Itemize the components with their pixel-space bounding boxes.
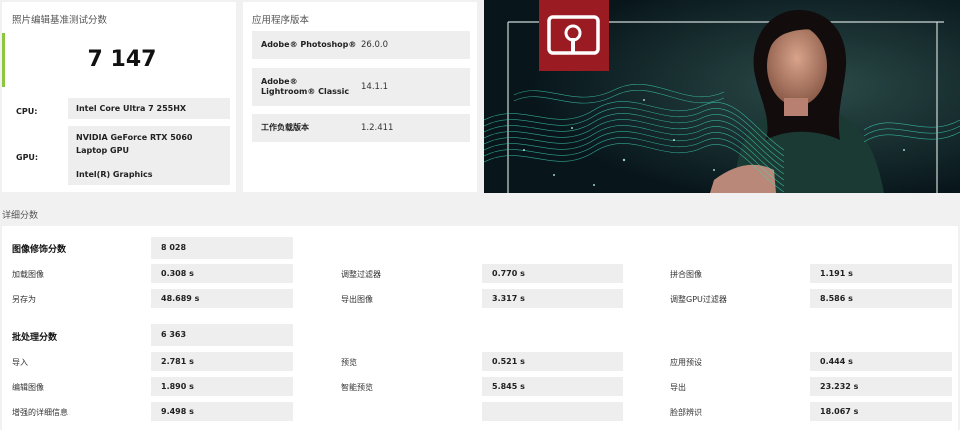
detail-scores-card: 图像修饰分数 8 028 加载图像 0.308 s 调整过滤器 0.770 s … (2, 226, 958, 430)
app-name: Adobe® Lightroom® Classic (261, 77, 350, 96)
metric-label: 编辑图像 (12, 383, 44, 392)
gpu-value-primary: NVIDIA GeForce RTX 5060 Laptop GPU (76, 133, 193, 155)
ul-procyon-logo-icon (539, 0, 609, 71)
metric-value: 1.890 s (151, 377, 293, 396)
metric-label: 导出 (670, 383, 686, 392)
metric-value: 9.498 s (151, 402, 293, 421)
metric-label: 智能预览 (341, 383, 373, 392)
cpu-label: CPU: (16, 107, 38, 116)
metric-value: 0.308 s (151, 264, 293, 283)
metric-label: 调整GPU过滤器 (670, 295, 727, 304)
metric-value: 48.689 s (151, 289, 293, 308)
metric-label: 预览 (341, 358, 357, 367)
gpu-value: NVIDIA GeForce RTX 5060 Laptop GPU Intel… (68, 126, 230, 185)
metric-value-empty (482, 402, 623, 421)
metric-value: 0.770 s (482, 264, 623, 283)
metric-value: 1.191 s (810, 264, 952, 283)
metric-label: 应用预设 (670, 358, 702, 367)
metric-value: 2.781 s (151, 352, 293, 371)
metric-label: 另存为 (12, 295, 36, 304)
app-version: 14.1.1 (361, 82, 389, 92)
metric-value: 3.317 s (482, 289, 623, 308)
metric-label: 拼合图像 (670, 270, 702, 279)
metric-label: 增强的详细信息 (12, 408, 68, 417)
app-row: Adobe® Lightroom® Classic 14.1.1 (252, 68, 470, 106)
hero-illustration (484, 0, 960, 193)
app-name: Adobe® Photoshop® (261, 40, 357, 49)
metric-value: 5.845 s (482, 377, 623, 396)
metric-label: 导出图像 (341, 295, 373, 304)
metric-value: 0.521 s (482, 352, 623, 371)
benchmark-score: 7 147 (87, 47, 157, 72)
image-retouch-score-label: 图像修饰分数 (12, 245, 67, 255)
metric-label: 加载图像 (12, 270, 44, 279)
gpu-value-secondary: Intel(R) Graphics (76, 170, 153, 179)
cpu-value: Intel Core Ultra 7 255HX (68, 98, 230, 119)
batch-score-value: 6 363 (151, 324, 293, 346)
hero-banner-image (484, 0, 960, 193)
metric-value: 18.067 s (810, 402, 952, 421)
app-version: 1.2.411 (361, 123, 394, 133)
benchmark-title: 照片编辑基准测试分数 (12, 15, 108, 26)
app-row: 工作负载版本 1.2.411 (252, 114, 470, 142)
batch-score-label: 批处理分数 (12, 333, 58, 343)
app-versions-title: 应用程序版本 (252, 15, 310, 26)
benchmark-score-card: 照片编辑基准测试分数 7 147 CPU: Intel Core Ultra 7… (2, 2, 236, 192)
metric-label: 脸部辨识 (670, 408, 702, 417)
app-row: Adobe® Photoshop® 26.0.0 (252, 31, 470, 59)
metric-value: 0.444 s (810, 352, 952, 371)
metric-label: 导入 (12, 358, 28, 367)
app-name: 工作负载版本 (261, 123, 309, 132)
gpu-label: GPU: (16, 153, 39, 162)
metric-value: 23.232 s (810, 377, 952, 396)
app-versions-card: 应用程序版本 Adobe® Photoshop® 26.0.0 Adobe® L… (243, 2, 477, 192)
image-retouch-score-value: 8 028 (151, 237, 293, 259)
metric-label: 调整过滤器 (341, 270, 381, 279)
app-version: 26.0.0 (361, 40, 389, 50)
metric-value: 8.586 s (810, 289, 952, 308)
detail-scores-title: 详细分数 (2, 211, 39, 221)
